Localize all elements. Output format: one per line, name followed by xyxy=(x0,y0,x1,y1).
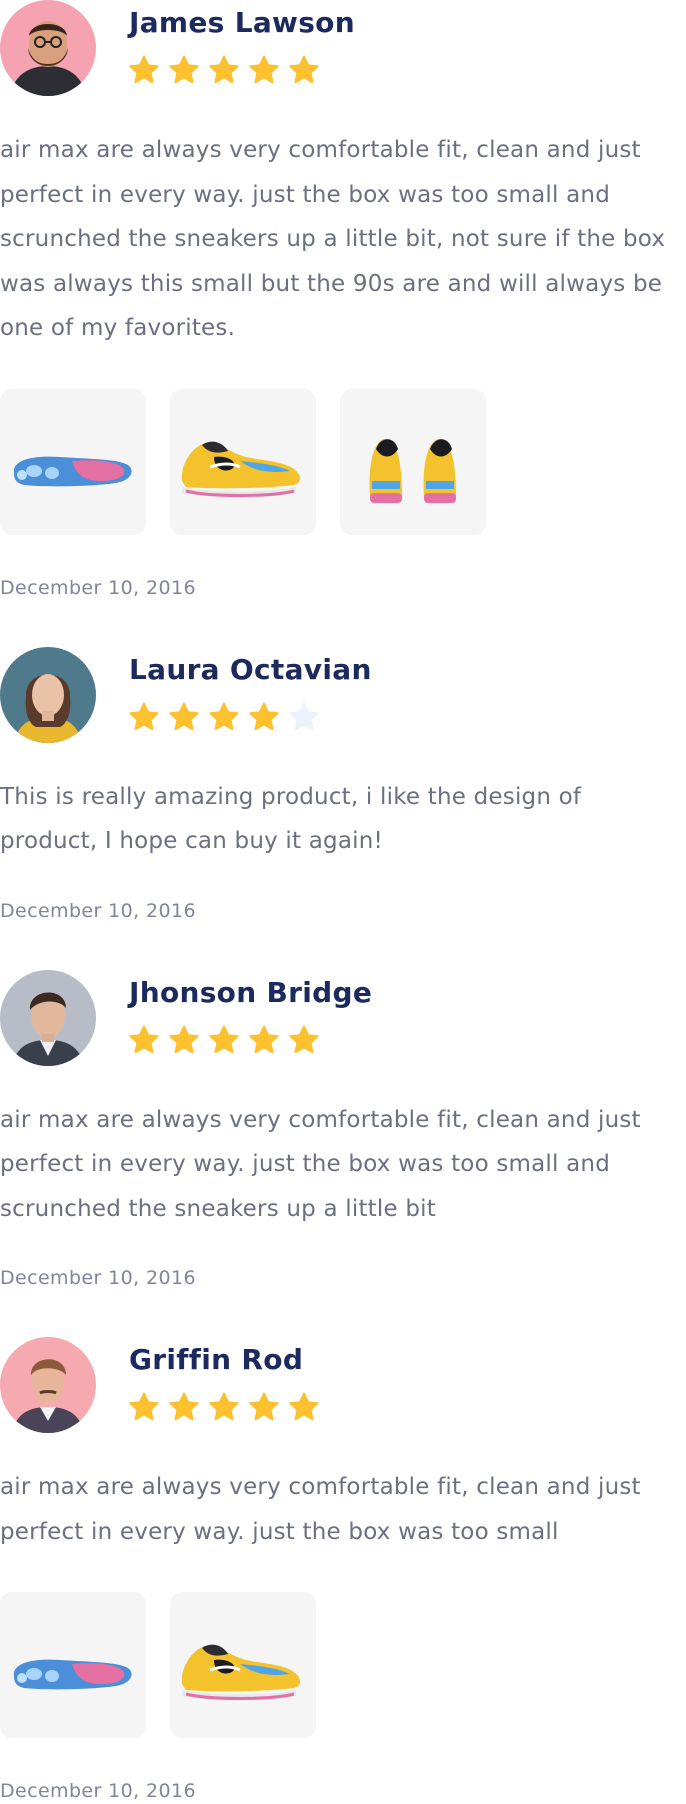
review-header: James Lawson xyxy=(0,0,686,96)
reviewer-avatar[interactable] xyxy=(0,1337,96,1433)
sneaker-sole-photo[interactable] xyxy=(0,388,146,535)
star-filled-icon xyxy=(169,702,199,730)
rating-stars xyxy=(128,1024,320,1056)
reviewer-name: James Lawson xyxy=(129,6,355,39)
review-item: James Lawson air max are always very com… xyxy=(0,0,686,601)
star-filled-icon xyxy=(249,1392,279,1421)
star-filled-icon xyxy=(129,1392,159,1421)
star-filled-icon xyxy=(249,702,279,730)
star-filled-icon xyxy=(289,1392,319,1421)
review-header: Jhonson Bridge xyxy=(0,969,686,1066)
reviewer-name: Laura Octavian xyxy=(129,652,372,686)
reviewer-avatar[interactable] xyxy=(0,646,96,743)
reviewer-name: Jhonson Bridge xyxy=(129,975,373,1009)
star-empty-icon xyxy=(289,702,319,730)
review-item: Laura Octavian This is really amazing pr… xyxy=(0,646,686,924)
review-photos xyxy=(0,1592,686,1738)
sneaker-back-pair-photo[interactable] xyxy=(340,388,486,535)
rating-stars xyxy=(128,1391,320,1423)
star-filled-icon xyxy=(209,1025,239,1053)
star-filled-icon xyxy=(209,702,239,730)
review-text: air max are always very comfortable fit,… xyxy=(0,137,666,341)
reviewer-avatar[interactable] xyxy=(0,969,96,1066)
star-filled-icon xyxy=(249,1025,279,1053)
review-date: December 10, 2016 xyxy=(0,1780,196,1802)
review-text: air max are always very comfortable fit,… xyxy=(0,1106,641,1222)
star-filled-icon xyxy=(169,1392,199,1421)
review-date: December 10, 2016 xyxy=(0,576,196,599)
sneaker-sole-photo[interactable] xyxy=(0,1592,146,1738)
star-filled-icon xyxy=(129,702,159,730)
review-text: This is really amazing product, i like t… xyxy=(0,783,582,855)
sneaker-side-photo[interactable] xyxy=(170,388,316,535)
review-date: December 10, 2016 xyxy=(0,899,196,922)
star-filled-icon xyxy=(169,55,199,84)
reviewer-avatar[interactable] xyxy=(0,0,96,96)
star-filled-icon xyxy=(289,55,319,84)
star-filled-icon xyxy=(209,1392,239,1421)
review-photos xyxy=(0,388,686,535)
rating-stars xyxy=(128,701,320,733)
review-text: air max are always very comfortable fit,… xyxy=(0,1474,641,1545)
rating-stars xyxy=(128,54,320,86)
review-date: December 10, 2016 xyxy=(0,1267,196,1289)
reviewer-name: Griffin Rod xyxy=(129,1343,304,1376)
star-filled-icon xyxy=(249,55,279,84)
review-list: James Lawson air max are always very com… xyxy=(0,0,686,1804)
review-header: Laura Octavian xyxy=(0,646,686,743)
review-header: Griffin Rod xyxy=(0,1337,686,1433)
star-filled-icon xyxy=(169,1025,199,1053)
review-item: Griffin Rod air max are always very comf… xyxy=(0,1337,686,1804)
star-filled-icon xyxy=(209,55,239,84)
star-filled-icon xyxy=(129,55,159,84)
sneaker-side-photo[interactable] xyxy=(170,1592,316,1738)
star-filled-icon xyxy=(129,1025,159,1053)
star-filled-icon xyxy=(289,1025,319,1053)
review-item: Jhonson Bridge air max are always very c… xyxy=(0,969,686,1292)
